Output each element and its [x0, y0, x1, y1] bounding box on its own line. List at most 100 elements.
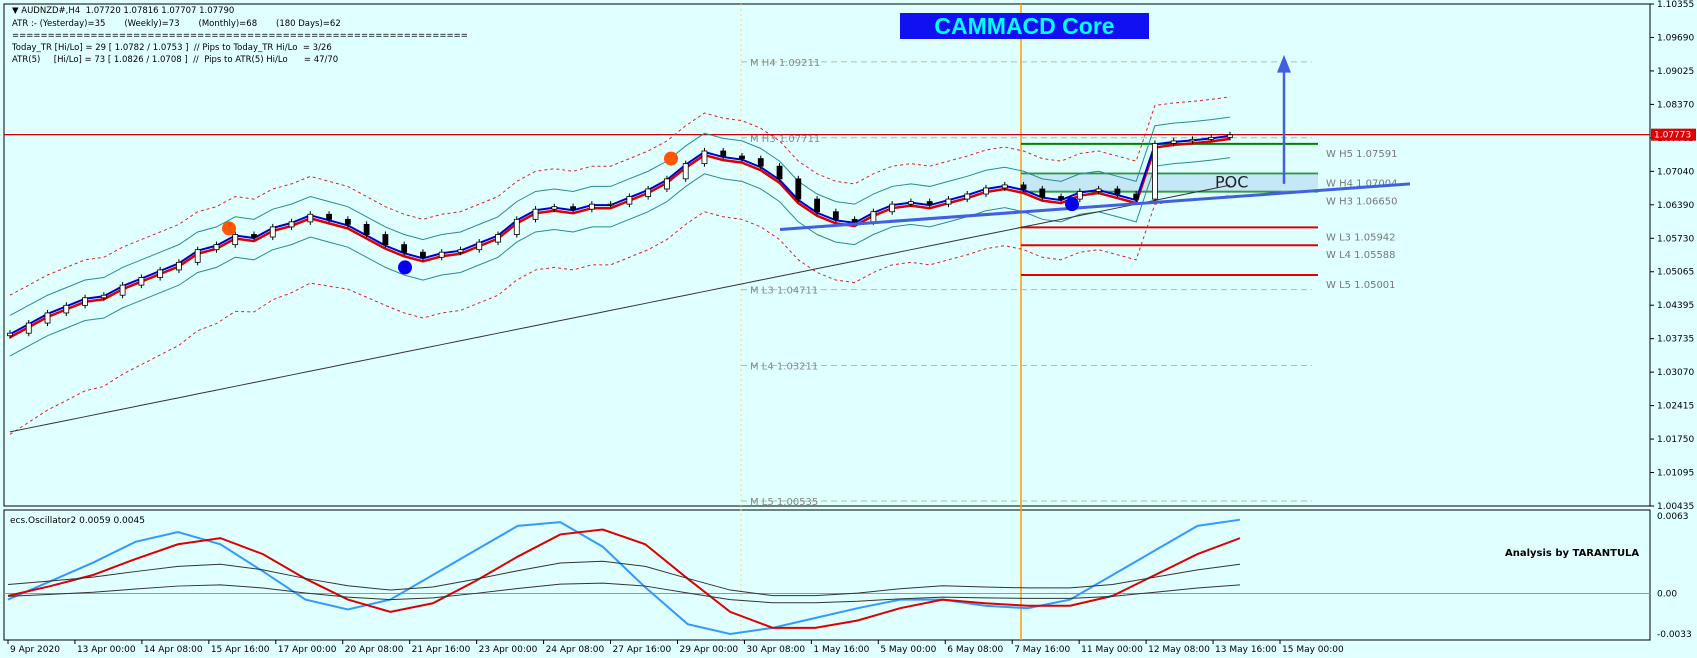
candle-body: [176, 261, 182, 271]
candle-body: [776, 165, 783, 180]
analysis-label: Analysis by TARANTULA: [1505, 548, 1639, 559]
candle-body: [832, 211, 839, 220]
y-tick-label: 1.06390: [1657, 201, 1694, 211]
weekly-pivot-label: W L3 1.05942: [1326, 232, 1396, 243]
x-tick-label: 14 Apr 08:00: [144, 645, 203, 654]
y-tick-label: 1.05730: [1657, 234, 1694, 244]
candle-body: [7, 332, 13, 337]
y-tick-label: 1.09025: [1657, 67, 1694, 77]
candle-body: [983, 187, 989, 195]
current-price-label: 1.07773: [1654, 131, 1691, 141]
main-plot-frame: [3, 3, 1651, 507]
candle-body: [757, 158, 764, 167]
candle-body: [1170, 140, 1177, 144]
candle-body: [720, 150, 727, 157]
candle-body: [82, 297, 88, 306]
monthly-pivot-label: M L3 1.04711: [750, 286, 818, 297]
candle-body: [795, 178, 802, 200]
candle-body: [420, 251, 426, 258]
x-tick-label: 27 Apr 16:00: [613, 645, 672, 654]
y-tick-label: 1.02415: [1657, 402, 1694, 412]
candle-body: [232, 234, 239, 246]
candle-body: [1114, 188, 1121, 195]
weekly-pivot-label: W H5 1.07591: [1326, 149, 1397, 160]
candle-body: [870, 211, 877, 223]
today-tr-line: Today_TR [Hi/Lo] = 29 [ 1.0782 / 1.0753 …: [12, 43, 332, 53]
x-tick-label: 12 May 08:00: [1148, 645, 1210, 654]
candle-body: [889, 203, 896, 213]
candle-body: [908, 201, 914, 205]
symbol-line: ▼ AUDNZD#,H4 1.07720 1.07816 1.07707 1.0…: [12, 6, 235, 16]
x-tick-label: 24 Apr 08:00: [546, 645, 605, 654]
y-tick-label: 1.08370: [1657, 100, 1694, 110]
atr5-line: ATR(5) [Hi/Lo] = 73 [ 1.0826 / 1.0708 ] …: [12, 55, 339, 65]
candle-body: [438, 251, 445, 258]
candle-body: [1076, 191, 1083, 200]
candle-body: [1001, 184, 1008, 189]
x-tick-label: 9 Apr 2020: [10, 645, 60, 654]
poc-zone: [1021, 173, 1318, 192]
signal-dot: [664, 151, 678, 166]
candle-body: [457, 249, 464, 253]
oscillator-frame: [3, 509, 1651, 641]
candle-body: [495, 234, 501, 243]
x-tick-label: 17 Apr 00:00: [278, 645, 337, 654]
monthly-pivot-label: M H4 1.09211: [750, 58, 820, 69]
x-tick-label: 30 Apr 08:00: [746, 645, 805, 654]
candle-body: [119, 284, 126, 296]
x-tick-label: 6 May 08:00: [947, 645, 1003, 654]
candle-body: [1095, 188, 1102, 192]
candle-body: [476, 241, 483, 251]
candle-body: [307, 213, 314, 223]
candle-body: [626, 196, 633, 205]
y-tick-label: 1.09690: [1657, 33, 1694, 43]
separator-line: ========================================…: [12, 31, 468, 41]
weekly-pivot-label: W L5 1.05001: [1326, 280, 1396, 291]
y-tick-label: 1.00435: [1657, 502, 1694, 512]
candle-body: [588, 203, 595, 210]
y-tick-label: 1.01750: [1657, 435, 1694, 445]
x-tick-label: 15 May 00:00: [1282, 645, 1344, 654]
candle-body: [363, 223, 370, 235]
candle-body: [251, 234, 257, 238]
candle-body: [1152, 143, 1158, 200]
x-tick-label: 20 Apr 08:00: [345, 645, 404, 654]
x-tick-label: 11 May 00:00: [1081, 645, 1143, 654]
candle-body: [63, 304, 70, 314]
long-ma: [9, 184, 1231, 433]
candle-body: [964, 193, 971, 200]
y-tick-label: 1.03070: [1657, 368, 1694, 378]
red-ma: [9, 137, 1231, 339]
candle-body: [1189, 138, 1196, 142]
x-tick-label: 23 Apr 00:00: [479, 645, 538, 654]
candle-body: [213, 244, 220, 251]
candle-body: [739, 155, 745, 159]
chart: 1.103551.096901.090251.083701.077051.070…: [0, 0, 1697, 655]
x-tick-label: 15 Apr 16:00: [211, 645, 270, 654]
x-tick-label: 1 May 16:00: [813, 645, 869, 654]
candle-body: [288, 221, 295, 228]
signal-dot: [1065, 197, 1079, 212]
weekly-pivot-label: W L4 1.05588: [1326, 250, 1396, 261]
atr-line: ATR :- (Yesterday)=35 (Weekly)=73 (Month…: [12, 19, 341, 29]
candle-body: [1058, 196, 1064, 200]
oscillator-red-line: [7, 528, 1241, 629]
candle-body: [382, 234, 389, 246]
candle-body: [401, 244, 408, 253]
monthly-pivot-label: M L5 1.00535: [750, 497, 818, 508]
monthly-pivot-label: M L4 1.03211: [750, 362, 818, 373]
candle-body: [1133, 193, 1140, 200]
upper-channel: [9, 96, 1231, 296]
monthly-pivot-label: M H3 1.07711: [750, 134, 820, 145]
oscillator-label: ecs.Oscillator2 0.0059 0.0045: [10, 516, 145, 526]
candle-body: [513, 218, 520, 235]
y-tick-label: 1.04395: [1657, 301, 1694, 311]
upper-band: [9, 116, 1231, 316]
chart-svg: 1.103551.096901.090251.083701.077051.070…: [3, 0, 1696, 655]
candle-body: [25, 322, 32, 334]
candle-body: [1039, 188, 1046, 197]
x-tick-label: 13 Apr 00:00: [77, 645, 136, 654]
y-tick-label: 1.05065: [1657, 268, 1694, 278]
candle-body: [100, 294, 107, 299]
oscillator-tick-label: -0.0033: [1657, 630, 1692, 640]
